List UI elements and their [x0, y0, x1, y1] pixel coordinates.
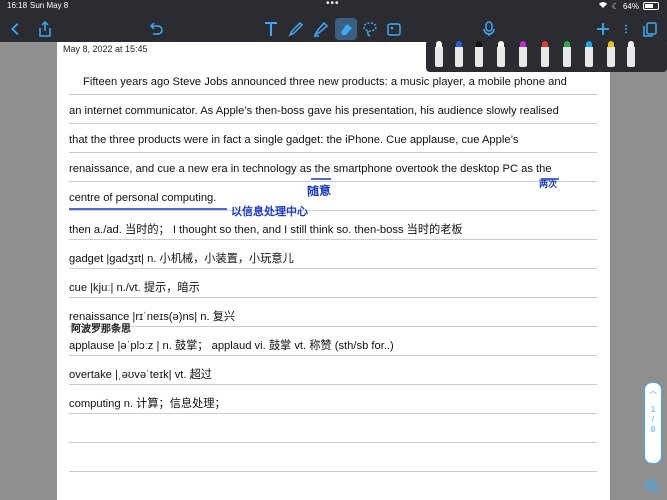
ruled-line	[69, 297, 597, 298]
ruled-line	[69, 471, 597, 472]
image-icon[interactable]	[384, 18, 404, 40]
ruled-line	[69, 268, 597, 269]
text-line: centre of personal computing.	[69, 192, 217, 204]
pen-white[interactable]	[434, 41, 444, 67]
text-line: Fifteen years ago Steve Jobs announced t…	[83, 76, 567, 88]
add-icon[interactable]	[594, 18, 612, 40]
multitask-dots-icon[interactable]: •••	[326, 0, 340, 9]
pen-black[interactable]	[474, 41, 484, 67]
pen-red[interactable]	[540, 41, 550, 67]
pen-tool-icon[interactable]	[286, 18, 306, 40]
pen-white-2[interactable]	[496, 41, 506, 67]
handwritten-note: 阿波罗那条思	[71, 324, 131, 335]
status-right: ☾ 64%	[598, 1, 659, 11]
ruled-line	[69, 355, 597, 356]
text-line: renaissance, and cue a new era in techno…	[69, 163, 552, 175]
ruled-line	[69, 413, 597, 414]
pen-green[interactable]	[562, 41, 572, 67]
battery-icon	[643, 2, 659, 10]
ruled-line	[69, 210, 597, 211]
page-navigator[interactable]: ︿ 1 / 8	[644, 382, 662, 464]
chevron-up-icon[interactable]: ︿	[645, 385, 661, 396]
page-total: 8	[650, 425, 656, 434]
page-current: 1	[650, 405, 656, 414]
text-line: cue |kjuː| n./vt. 提示，暗示	[69, 282, 200, 294]
moon-icon: ☾	[611, 1, 619, 11]
ruled-line	[69, 442, 597, 443]
more-icon[interactable]	[620, 18, 632, 40]
text-line: then a./ad. 当时的； I thought so then, and …	[69, 224, 463, 236]
text-line: computing n. 计算；信息处理；	[69, 398, 226, 410]
ruled-line	[69, 181, 597, 182]
text-line: an internet communicator. As Apple’s the…	[69, 105, 559, 117]
top-bar: 16:18 Sun May 8 ••• ☾ 64%	[0, 0, 667, 42]
status-date: Sun May 8	[30, 1, 69, 10]
pages-icon[interactable]	[641, 18, 659, 40]
undo-icon[interactable]	[146, 18, 166, 40]
page-indicator: 1 / 8	[645, 405, 661, 435]
pen-palette	[426, 40, 667, 72]
ruled-line	[69, 239, 597, 240]
status-time: 16:18	[7, 1, 28, 10]
ruled-line	[69, 326, 597, 327]
lasso-icon[interactable]	[360, 18, 380, 40]
pen-purple[interactable]	[518, 41, 528, 67]
microphone-icon[interactable]	[480, 18, 498, 40]
battery-percent: 64%	[622, 1, 639, 11]
wifi-icon	[598, 1, 608, 11]
ruled-line	[69, 94, 597, 95]
zoom-icon[interactable]	[644, 478, 660, 494]
text-line: applause |əˈplɔːz | n. 鼓掌； applaud vi. 鼓…	[69, 340, 394, 352]
chevron-left-icon[interactable]	[8, 18, 24, 40]
highlighter-icon[interactable]	[311, 18, 331, 40]
handwritten-underline	[311, 178, 331, 180]
handwritten-note: 以信息处理中心	[231, 205, 308, 218]
ruled-line	[69, 123, 597, 124]
handwritten-underline	[69, 208, 227, 210]
eraser-icon[interactable]	[335, 18, 357, 40]
text-line: overtake |ˌəʊvəˈteɪk| vt. 超过	[69, 369, 212, 381]
handwritten-note: 随意	[306, 183, 332, 199]
ruled-line	[69, 384, 597, 385]
page-separator: /	[651, 415, 655, 424]
text-line: that the three products were in fact a s…	[69, 134, 519, 146]
text-line: gadget |ɡadʒɪt| n. 小机械，小装置，小玩意儿	[69, 253, 294, 265]
handwritten-note: 两次	[539, 180, 558, 190]
pen-highlighter[interactable]	[626, 41, 636, 67]
note-page[interactable]: May 8, 2022 at 15:45 Fifteen years ago S…	[57, 42, 610, 500]
text-tool-icon[interactable]	[261, 18, 281, 40]
status-bar: 16:18 Sun May 8 ••• ☾ 64%	[0, 0, 667, 12]
pen-blue[interactable]	[454, 41, 464, 67]
ruled-line	[69, 152, 597, 153]
pen-light-blue[interactable]	[584, 41, 594, 67]
page-date: May 8, 2022 at 15:45	[63, 44, 148, 54]
share-icon[interactable]	[36, 18, 54, 40]
pen-yellow[interactable]	[606, 41, 616, 67]
